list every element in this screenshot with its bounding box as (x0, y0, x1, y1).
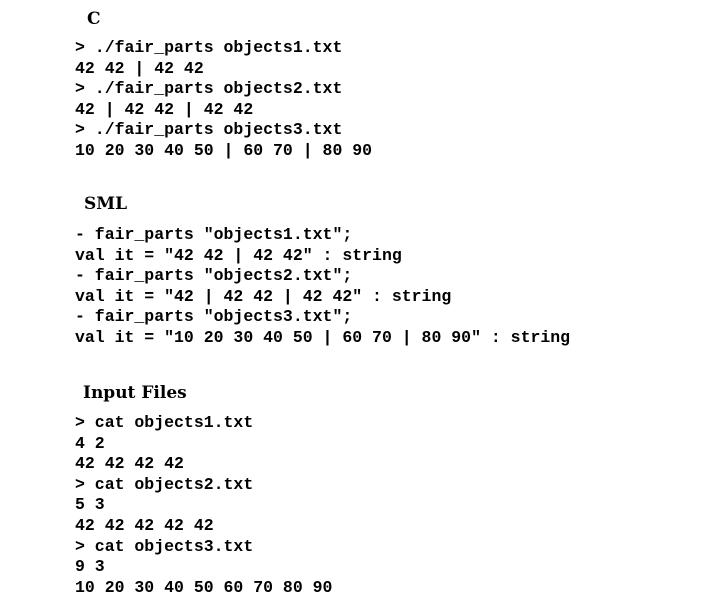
code-line: val it = "42 | 42 42 | 42 42" : string (75, 286, 452, 306)
code-line: - fair_parts "objects2.txt"; (75, 266, 353, 286)
code-block-c: > ./fair_parts objects1.txt 42 42 | 42 4… (75, 38, 372, 162)
section-heading-input-files: Input Files (83, 383, 187, 403)
code-line: 5 3 (75, 495, 105, 515)
code-line: 42 | 42 42 | 42 42 (75, 99, 254, 119)
code-line: val it = "10 20 30 40 50 | 60 70 | 80 90… (75, 327, 571, 347)
code-line: 42 42 42 42 42 (75, 515, 214, 535)
code-line: > cat objects3.txt (75, 536, 254, 556)
code-block-sml: - fair_parts "objects1.txt"; val it = "4… (75, 225, 570, 349)
code-line: val it = "42 42 | 42 42" : string (75, 245, 402, 265)
document-page: C > ./fair_parts objects1.txt 42 42 | 42… (0, 0, 705, 609)
code-line: 4 2 (75, 433, 105, 453)
section-heading-sml: SML (84, 194, 128, 214)
code-line: 42 42 | 42 42 (75, 58, 204, 78)
code-line: > cat objects1.txt (75, 413, 254, 432)
code-line: 42 42 42 42 (75, 454, 184, 474)
code-line: > ./fair_parts objects2.txt (75, 79, 343, 99)
code-line: 9 3 (75, 557, 105, 577)
code-line: - fair_parts "objects3.txt"; (75, 307, 353, 327)
section-heading-c: C (87, 9, 101, 29)
code-line: 10 20 30 40 50 | 60 70 | 80 90 (75, 140, 373, 160)
code-line: > ./fair_parts objects1.txt (75, 38, 343, 57)
code-line: 10 20 30 40 50 60 70 80 90 (75, 577, 333, 597)
code-line: - fair_parts "objects1.txt"; (75, 225, 353, 244)
code-line: > ./fair_parts objects3.txt (75, 120, 343, 140)
code-block-input-files: > cat objects1.txt 4 2 42 42 42 42 > cat… (75, 413, 332, 598)
code-line: > cat objects2.txt (75, 474, 254, 494)
